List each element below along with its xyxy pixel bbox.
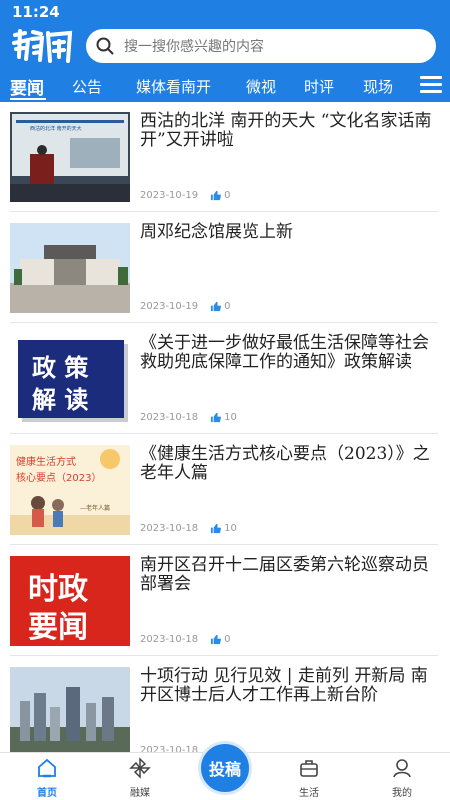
user-icon bbox=[393, 759, 411, 778]
news-meta: 2023-10-19 0 bbox=[140, 190, 231, 201]
thumbnail-text: 政 策 bbox=[32, 354, 89, 382]
news-title[interactable]: 十项行动 见行见效 | 走前列 开新局 南开区博士后人才工作再上新台阶 bbox=[140, 667, 438, 705]
category-tabs: 要闻 公告 媒体看南开 微视 时评 现场 bbox=[0, 70, 450, 102]
tab-media-view[interactable]: 媒体看南开 bbox=[136, 76, 211, 97]
search-placeholder: 搜一搜你感兴趣的内容 bbox=[124, 39, 264, 55]
news-thumbnail bbox=[10, 667, 130, 757]
nankai-logo bbox=[12, 29, 73, 63]
news-date: 2023-10-18 bbox=[140, 634, 199, 645]
home-icon bbox=[38, 758, 56, 778]
news-meta: 2023-10-18 0 bbox=[140, 634, 231, 645]
news-item[interactable]: 健康生活方式 核心要点（2023） —老年人篇 《健康生活方式核心要点（2023… bbox=[10, 435, 438, 545]
like-count[interactable]: 10 bbox=[210, 412, 237, 423]
news-title[interactable]: 《健康生活方式核心要点（2023）》之老年人篇 bbox=[140, 445, 438, 483]
news-item[interactable]: 西沽的北洋 南开的天大 西沽的北洋 南开的天大 “文化名家话南开”又开讲啦 20… bbox=[10, 102, 438, 212]
briefcase-icon bbox=[300, 760, 318, 777]
news-meta: 2023-10-19 0 bbox=[140, 301, 231, 312]
post-submit-button[interactable]: 投稿 bbox=[198, 741, 252, 795]
thumbnail-text: 健康生活方式 bbox=[16, 457, 76, 468]
news-item[interactable]: 政 策 解 读 《关于进一步做好最低生活保障等社会救助兜底保障工作的通知》政策解… bbox=[10, 324, 438, 434]
nav-home[interactable]: 首页 bbox=[17, 757, 77, 799]
news-date: 2023-10-18 bbox=[140, 412, 199, 423]
status-time: 11:24 bbox=[12, 3, 60, 21]
thumbs-up-icon bbox=[211, 412, 222, 423]
news-item[interactable]: 周邓纪念馆展览上新 2023-10-19 0 bbox=[10, 213, 438, 323]
news-item[interactable]: 时政 要闻 南开区召开十二届区委第六轮巡察动员部署会 2023-10-18 0 bbox=[10, 546, 438, 656]
thumbs-up-icon bbox=[211, 634, 222, 645]
like-count[interactable]: 0 bbox=[210, 634, 231, 645]
thumbnail-text: —老年人篇 bbox=[80, 505, 111, 512]
tab-headlines[interactable]: 要闻 bbox=[10, 74, 44, 99]
news-thumbnail: 西沽的北洋 南开的天大 bbox=[10, 112, 130, 202]
thumbnail-text: 解 读 bbox=[32, 386, 89, 414]
tab-announcements[interactable]: 公告 bbox=[72, 76, 102, 97]
tab-commentary[interactable]: 时评 bbox=[304, 76, 334, 97]
thumbs-up-icon bbox=[211, 523, 222, 534]
news-title[interactable]: 西沽的北洋 南开的天大 “文化名家话南开”又开讲啦 bbox=[140, 112, 438, 150]
news-meta: 2023-10-18 10 bbox=[140, 523, 237, 534]
thumbs-up-icon bbox=[211, 301, 222, 312]
menu-icon[interactable] bbox=[420, 76, 442, 94]
news-thumbnail: 健康生活方式 核心要点（2023） —老年人篇 bbox=[10, 445, 130, 535]
search-icon bbox=[96, 37, 114, 55]
like-count[interactable]: 0 bbox=[210, 301, 231, 312]
tab-micro-video[interactable]: 微视 bbox=[246, 76, 276, 97]
news-date: 2023-10-19 bbox=[140, 301, 199, 312]
nav-mine[interactable]: 我的 bbox=[372, 757, 432, 799]
like-count[interactable]: 0 bbox=[210, 190, 231, 201]
like-count[interactable]: 10 bbox=[210, 523, 237, 534]
thumbnail-text: 要闻 bbox=[28, 610, 88, 645]
news-thumbnail: 时政 要闻 bbox=[10, 556, 130, 646]
media-pinwheel-icon bbox=[129, 757, 151, 779]
nav-media[interactable]: 融媒 bbox=[110, 757, 170, 799]
app-header: 11:24 搜一搜你感兴趣的内容 要闻 公告 媒体看南开 微视 时评 现场 bbox=[0, 0, 450, 102]
thumbs-up-icon bbox=[211, 190, 222, 201]
thumbnail-text: 核心要点（2023） bbox=[16, 473, 102, 484]
thumbnail-caption: 西沽的北洋 南开的天大 bbox=[30, 126, 82, 132]
news-meta: 2023-10-18 10 bbox=[140, 412, 237, 423]
news-date: 2023-10-19 bbox=[140, 190, 199, 201]
news-title[interactable]: 南开区召开十二届区委第六轮巡察动员部署会 bbox=[140, 556, 438, 594]
nav-life[interactable]: 生活 bbox=[279, 757, 339, 799]
news-thumbnail bbox=[10, 223, 130, 313]
news-title[interactable]: 周邓纪念馆展览上新 bbox=[140, 223, 438, 242]
news-title[interactable]: 《关于进一步做好最低生活保障等社会救助兜底保障工作的通知》政策解读 bbox=[140, 334, 438, 372]
news-date: 2023-10-18 bbox=[140, 523, 199, 534]
active-tab-indicator bbox=[10, 98, 46, 100]
tab-live-scene[interactable]: 现场 bbox=[363, 76, 393, 97]
news-thumbnail: 政 策 解 读 bbox=[10, 334, 130, 424]
search-bar[interactable]: 搜一搜你感兴趣的内容 bbox=[86, 29, 436, 63]
